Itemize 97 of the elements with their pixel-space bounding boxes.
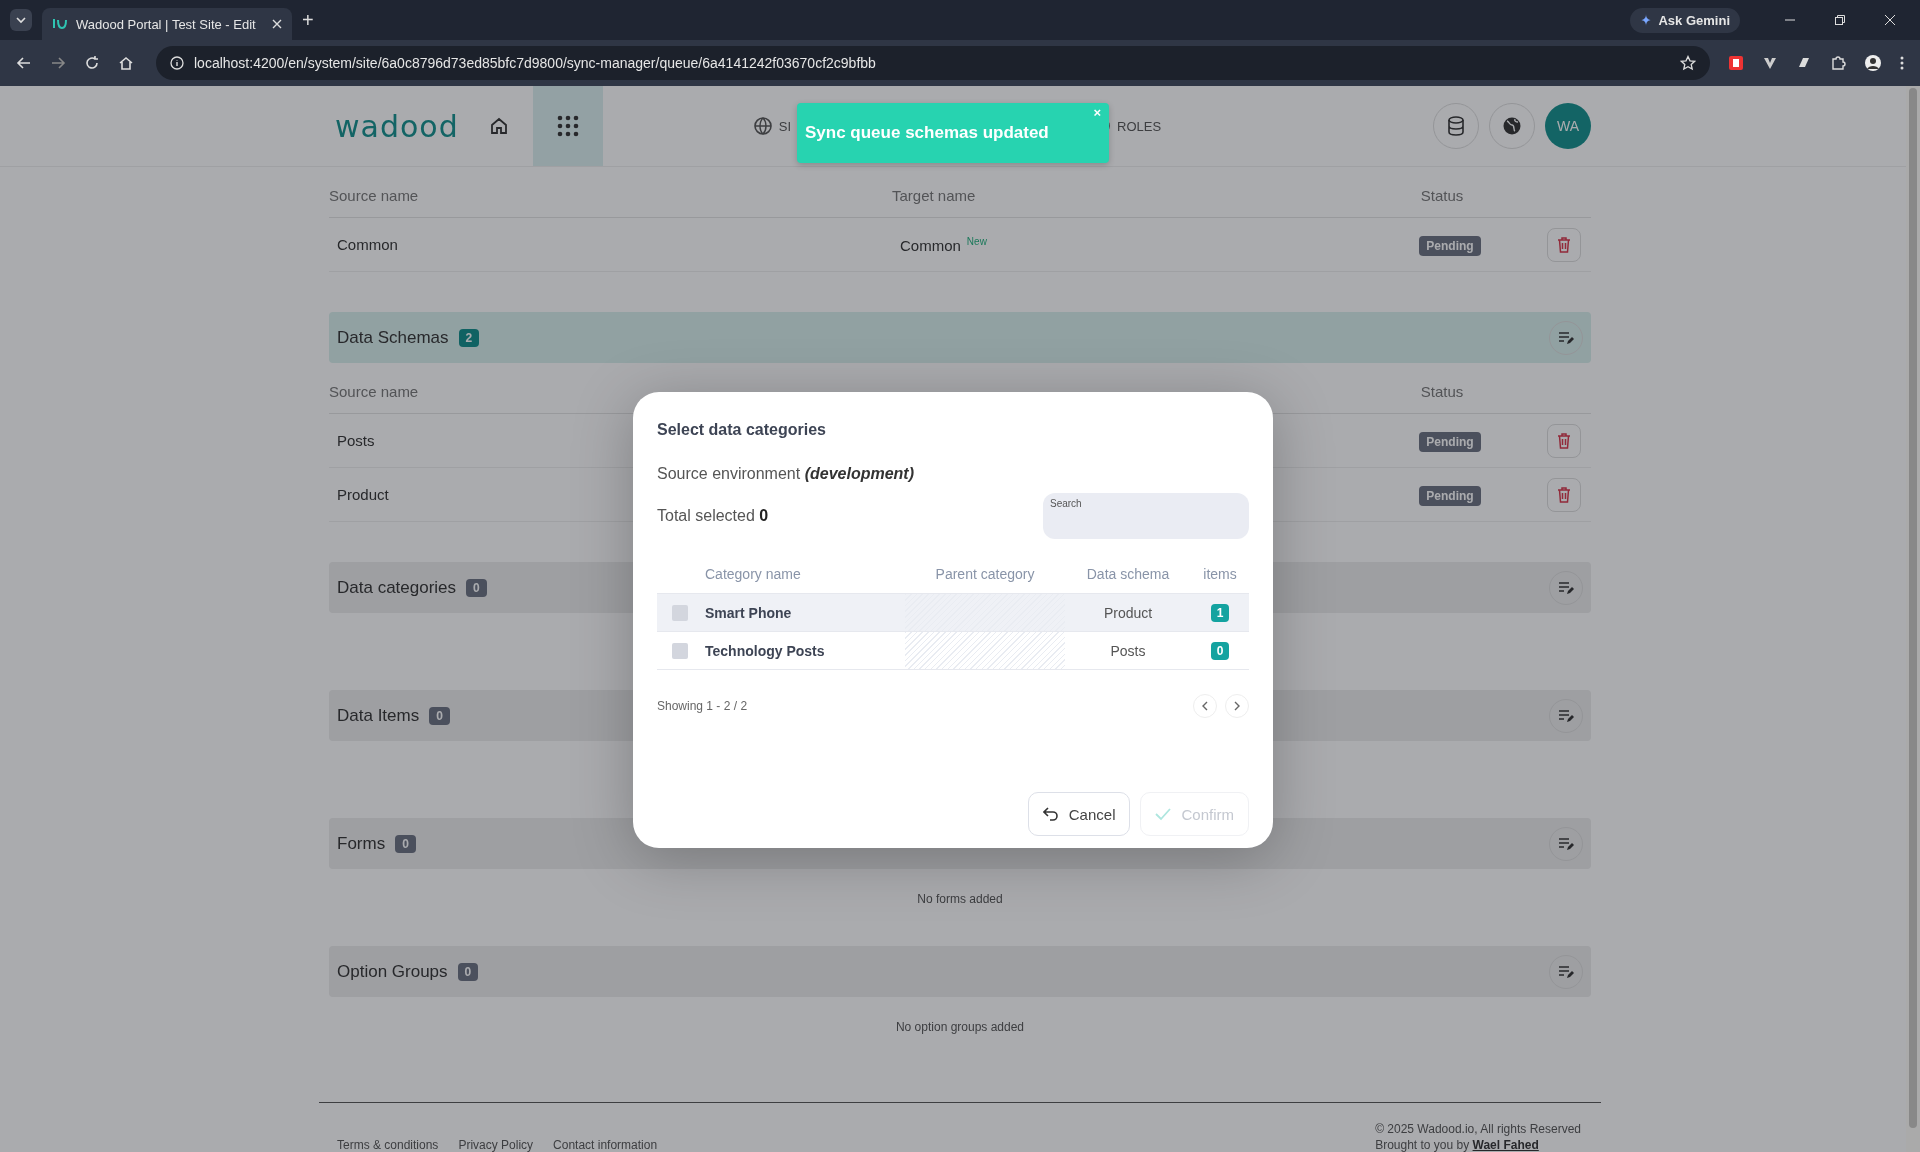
column-header: Category name (704, 566, 802, 582)
status-badge: Pending (1419, 432, 1481, 452)
footer-link[interactable]: Contact information (553, 1138, 658, 1152)
count-badge: 0 (457, 962, 479, 981)
table-cell-text: Posts (1109, 642, 1147, 659)
total-value: 0 (759, 507, 769, 524)
column-header: Data schema (1085, 566, 1171, 582)
chevron-left-icon (1201, 701, 1209, 711)
gemini-button[interactable]: Ask Gemini (1630, 7, 1740, 33)
delete-button[interactable] (1547, 227, 1581, 262)
undo-icon (1042, 807, 1059, 821)
count-badge: 0 (395, 834, 416, 853)
nav-link[interactable]: SI (778, 118, 791, 134)
new-tag: New (966, 235, 987, 247)
table-cell-text: Smart Phone (704, 604, 793, 621)
table-cell: Common (900, 236, 961, 254)
section-title: Data Schemas (337, 327, 449, 348)
table-row[interactable]: Technology Posts Posts 0 (657, 632, 1249, 670)
author-link[interactable]: Wael Fahed (1472, 1138, 1539, 1152)
empty-message: No forms added (917, 892, 1003, 906)
table-row[interactable]: Smart Phone Product 1 (657, 594, 1249, 632)
section-title: Data categories (337, 577, 457, 598)
globe-icon (752, 116, 773, 136)
apps-button[interactable] (532, 86, 603, 166)
edit-list-icon (1558, 708, 1574, 723)
section-title: Forms (337, 833, 386, 854)
column-header: Parent category (934, 565, 1036, 584)
search-field[interactable]: Search (1043, 493, 1249, 539)
source-label: Source environment (657, 465, 801, 482)
site-icon (52, 17, 68, 31)
delete-button[interactable] (1547, 423, 1581, 458)
status-badge: Pending (1419, 236, 1481, 256)
status-badge: Pending (1419, 486, 1481, 506)
close-icon[interactable] (272, 19, 282, 29)
column-header: Source name (329, 186, 420, 204)
extension-icon[interactable] (1728, 55, 1744, 71)
section-title: Data Items (337, 705, 420, 726)
column-header: Source name (329, 382, 420, 400)
globe-icon (1502, 116, 1522, 136)
edit-list-icon (1558, 836, 1574, 851)
chevron-right-icon (1233, 701, 1241, 711)
table-cell-text: Technology Posts (704, 642, 826, 659)
back-icon[interactable] (16, 55, 32, 71)
checkbox[interactable] (672, 604, 688, 621)
extension-icon[interactable] (1762, 55, 1778, 71)
count-badge: 1 (1210, 603, 1230, 622)
database-icon (1447, 116, 1465, 136)
count-badge: 0 (1210, 641, 1230, 660)
pagination-info: Showing 1 - 2 / 2 (657, 699, 748, 713)
trash-icon (1557, 236, 1571, 253)
table-cell: Posts (337, 432, 375, 449)
check-icon (1155, 807, 1172, 821)
trash-icon (1557, 432, 1571, 449)
home-icon[interactable] (118, 55, 134, 71)
table-cell-text: Product (1102, 604, 1154, 621)
count-badge: 2 (458, 328, 480, 347)
edit-list-icon (1558, 964, 1574, 979)
toast-message: Sync queue schemas updated (805, 123, 1049, 143)
column-header: items (1202, 566, 1238, 582)
footer-link[interactable]: Privacy Policy (458, 1138, 534, 1152)
table-cell: Common (337, 236, 398, 253)
dialog-title: Select data categories (657, 421, 827, 439)
copyright-text: © 2025 Wadood.io, All rights Reserved (1375, 1122, 1581, 1136)
empty-message: No option groups added (895, 1020, 1025, 1034)
table-cell: Product (337, 486, 389, 503)
source-environment: (development) (804, 465, 914, 482)
column-header: Target name (892, 186, 977, 204)
scrollbar[interactable] (1906, 86, 1920, 1152)
delete-button[interactable] (1547, 477, 1581, 512)
address-bar[interactable]: localhost:4200/en/system/site/6a0c8796d73ed85bfc7d9800/sync-manager/queue/6a4141242f03670cf2c9bfbb (156, 46, 1710, 80)
checkbox[interactable] (672, 642, 688, 659)
section-title: Option Groups (337, 961, 448, 982)
count-badge: 0 (466, 578, 487, 597)
profile-icon[interactable] (1864, 54, 1882, 72)
total-label: Total selected (657, 507, 755, 524)
close-icon[interactable] (1884, 14, 1896, 26)
edit-list-icon (1558, 580, 1574, 595)
restore-icon[interactable] (1834, 14, 1846, 26)
credit-text: Brought to you by (1375, 1138, 1470, 1152)
edit-list-icon (1558, 330, 1574, 345)
trash-icon (1557, 486, 1571, 503)
grid-icon (556, 115, 579, 137)
nav-link[interactable]: ROLES (1117, 118, 1162, 134)
cancel-button[interactable]: Cancel (1027, 792, 1131, 836)
browser-tab[interactable]: Wadood Portal | Test Site - Edit (42, 8, 292, 40)
footer-link[interactable]: Terms & conditions (337, 1138, 439, 1152)
puzzle-icon[interactable] (1830, 55, 1846, 71)
menu-icon[interactable] (1900, 56, 1904, 70)
count-badge: 0 (429, 706, 450, 725)
scrollbar-thumb[interactable] (1909, 88, 1917, 1128)
reload-icon[interactable] (84, 55, 100, 71)
new-tab-button[interactable]: + (302, 8, 314, 32)
column-header: Status (1419, 382, 1465, 400)
tab-list-icon[interactable] (10, 9, 32, 31)
home-icon[interactable] (488, 116, 509, 136)
column-header: Status (1419, 186, 1465, 204)
forward-icon[interactable] (50, 55, 66, 71)
